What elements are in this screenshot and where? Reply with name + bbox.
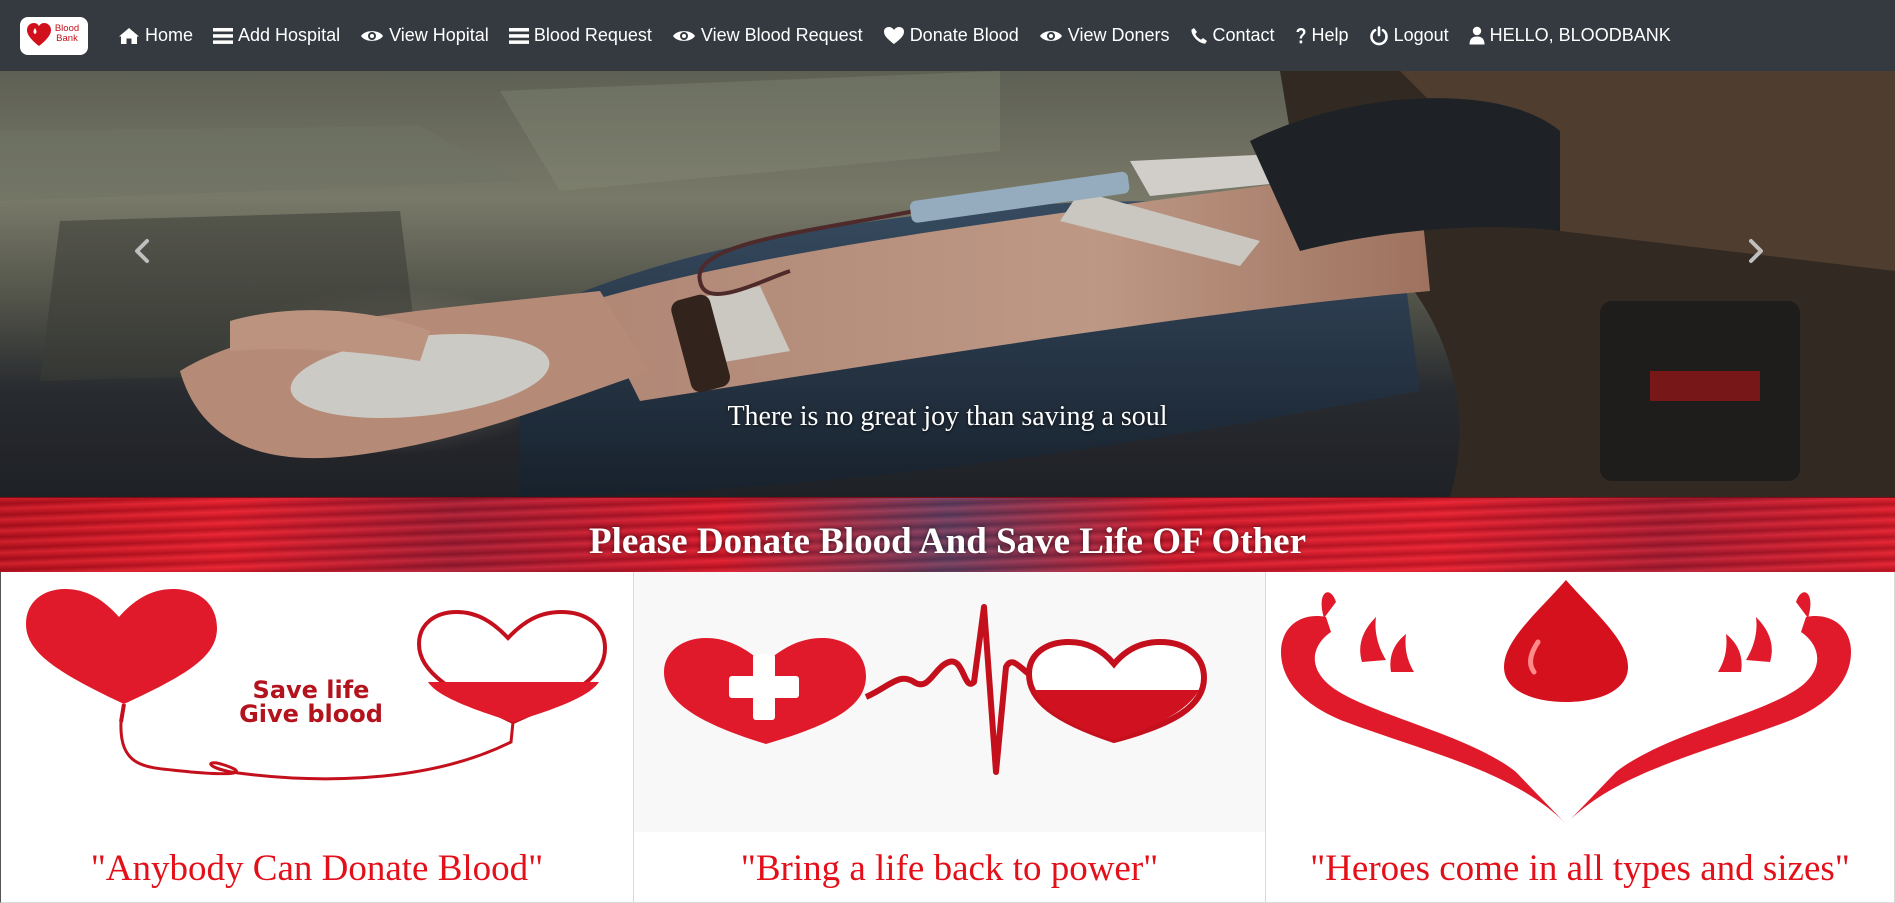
nav-logout[interactable]: Logout (1369, 16, 1449, 56)
chevron-right-icon (1749, 239, 1763, 263)
top-navbar: Blood Bank Home Add Hospital View Hopita… (0, 0, 1895, 71)
nav-view-hospital[interactable]: View Hopital (360, 16, 489, 56)
eye-icon (672, 28, 696, 44)
list-icon (213, 27, 234, 45)
home-icon (118, 27, 140, 45)
nav-menu: Home Add Hospital View Hopital Blood Req… (118, 16, 1691, 56)
nav-help-label: Help (1311, 25, 1349, 45)
blood-donation-photo (0, 71, 1895, 497)
nav-help[interactable]: Help (1295, 16, 1349, 56)
card-anybody-can-donate: Save life Give blood "Anybody Can Donate… (0, 572, 634, 903)
chevron-left-icon (135, 239, 149, 263)
banner-title: Please Donate Blood And Save Life OF Oth… (588, 521, 1307, 562)
nav-logout-label: Logout (1393, 25, 1449, 45)
eye-icon (360, 28, 384, 44)
hands-blood-drop-image (1281, 580, 1851, 824)
user-icon (1469, 26, 1485, 45)
nav-user-greeting[interactable]: HELLO, BLOODBANK (1469, 16, 1671, 56)
nav-donate-blood-label: Donate Blood (909, 25, 1019, 45)
card-bring-life-back: "Bring a life back to power" (634, 572, 1266, 903)
nav-blood-request[interactable]: Blood Request (508, 16, 652, 56)
nav-view-doners[interactable]: View Doners (1039, 16, 1170, 56)
card-heroes-all-types: "Heroes come in all types and sizes" (1266, 572, 1895, 903)
hero-carousel: There is no great joy than saving a soul (0, 71, 1895, 497)
feature-cards: Save life Give blood "Anybody Can Donate… (0, 572, 1895, 903)
nav-add-hospital[interactable]: Add Hospital (213, 16, 340, 56)
card3-quote: "Heroes come in all types and sizes" (1310, 848, 1850, 889)
nav-add-hospital-label: Add Hospital (238, 25, 341, 45)
card2-quote: "Bring a life back to power" (740, 848, 1159, 889)
carousel-prev-button[interactable] (122, 221, 162, 281)
nav-blood-request-label: Blood Request (533, 25, 652, 45)
list-icon (508, 27, 529, 45)
heart-pulse-image (634, 572, 1265, 832)
nav-view-blood-request-label: View Blood Request (700, 25, 863, 45)
nav-view-doners-label: View Doners (1067, 25, 1170, 45)
nav-home[interactable]: Home (118, 16, 193, 56)
eye-icon (1039, 28, 1063, 44)
phone-icon (1190, 27, 1208, 45)
carousel-caption: There is no great joy than saving a soul (727, 401, 1168, 432)
save-life-give-blood-image: Save life Give blood (26, 589, 608, 781)
heart-icon (883, 26, 905, 45)
card1-quote: "Anybody Can Donate Blood" (90, 848, 544, 889)
nav-view-hospital-label: View Hopital (389, 25, 489, 45)
brand-logo[interactable]: Blood Bank (20, 16, 88, 55)
brand-logo-text: Blood Bank (54, 22, 80, 44)
question-icon (1295, 27, 1307, 45)
nav-home-label: Home (145, 25, 194, 45)
nav-contact[interactable]: Contact (1190, 16, 1275, 56)
carousel-next-button[interactable] (1736, 221, 1776, 281)
card1-image-text-line2: Give blood (239, 700, 383, 728)
nav-view-blood-request[interactable]: View Blood Request (672, 16, 863, 56)
power-icon (1369, 25, 1389, 46)
donate-banner: Please Donate Blood And Save Life OF Oth… (0, 497, 1895, 573)
nav-user-greeting-label: HELLO, BLOODBANK (1489, 25, 1671, 45)
nav-donate-blood[interactable]: Donate Blood (883, 16, 1019, 56)
nav-contact-label: Contact (1212, 25, 1275, 45)
